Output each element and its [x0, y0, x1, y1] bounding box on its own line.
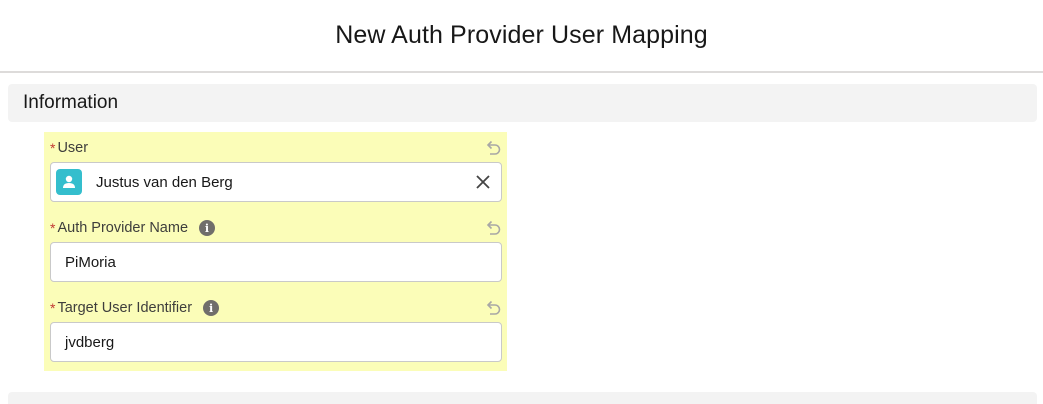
required-indicator: *	[50, 300, 56, 316]
undo-icon[interactable]	[484, 299, 502, 317]
target-identifier-label: Target User Identifier	[57, 300, 193, 316]
section-header-information[interactable]: Information	[8, 84, 1037, 122]
user-field: * User Justus van den Berg	[50, 138, 502, 202]
required-indicator: *	[50, 220, 56, 236]
target-identifier-value: jvdberg	[65, 333, 115, 351]
target-identifier-field: * Target User Identifier i jvdberg	[50, 298, 502, 362]
user-icon	[56, 169, 82, 195]
user-lookup-input[interactable]: Justus van den Berg	[50, 162, 502, 202]
undo-icon[interactable]	[484, 219, 502, 237]
undo-icon[interactable]	[484, 139, 502, 157]
user-label: User	[57, 140, 89, 156]
section-title: Information	[23, 92, 119, 113]
modal-title: New Auth Provider User Mapping	[335, 21, 708, 49]
auth-provider-label: Auth Provider Name	[57, 220, 189, 236]
target-identifier-input[interactable]: jvdberg	[50, 322, 502, 362]
required-indicator: *	[50, 140, 56, 156]
auth-provider-input[interactable]: PiMoria	[50, 242, 502, 282]
auth-provider-field: * Auth Provider Name i PiMoria	[50, 218, 502, 282]
info-icon[interactable]: i	[199, 220, 216, 236]
target-identifier-label-row: * Target User Identifier i	[50, 298, 502, 318]
next-section-header[interactable]	[8, 392, 1037, 404]
info-icon[interactable]: i	[203, 300, 220, 316]
fields-panel: * User Justus van den Berg * Auth Provid…	[44, 132, 507, 371]
auth-provider-label-row: * Auth Provider Name i	[50, 218, 502, 238]
user-lookup-value: Justus van den Berg	[96, 173, 233, 191]
close-icon[interactable]	[474, 173, 492, 191]
auth-provider-value: PiMoria	[65, 253, 116, 271]
user-label-row: * User	[50, 138, 502, 158]
modal-header: New Auth Provider User Mapping	[0, 0, 1043, 73]
